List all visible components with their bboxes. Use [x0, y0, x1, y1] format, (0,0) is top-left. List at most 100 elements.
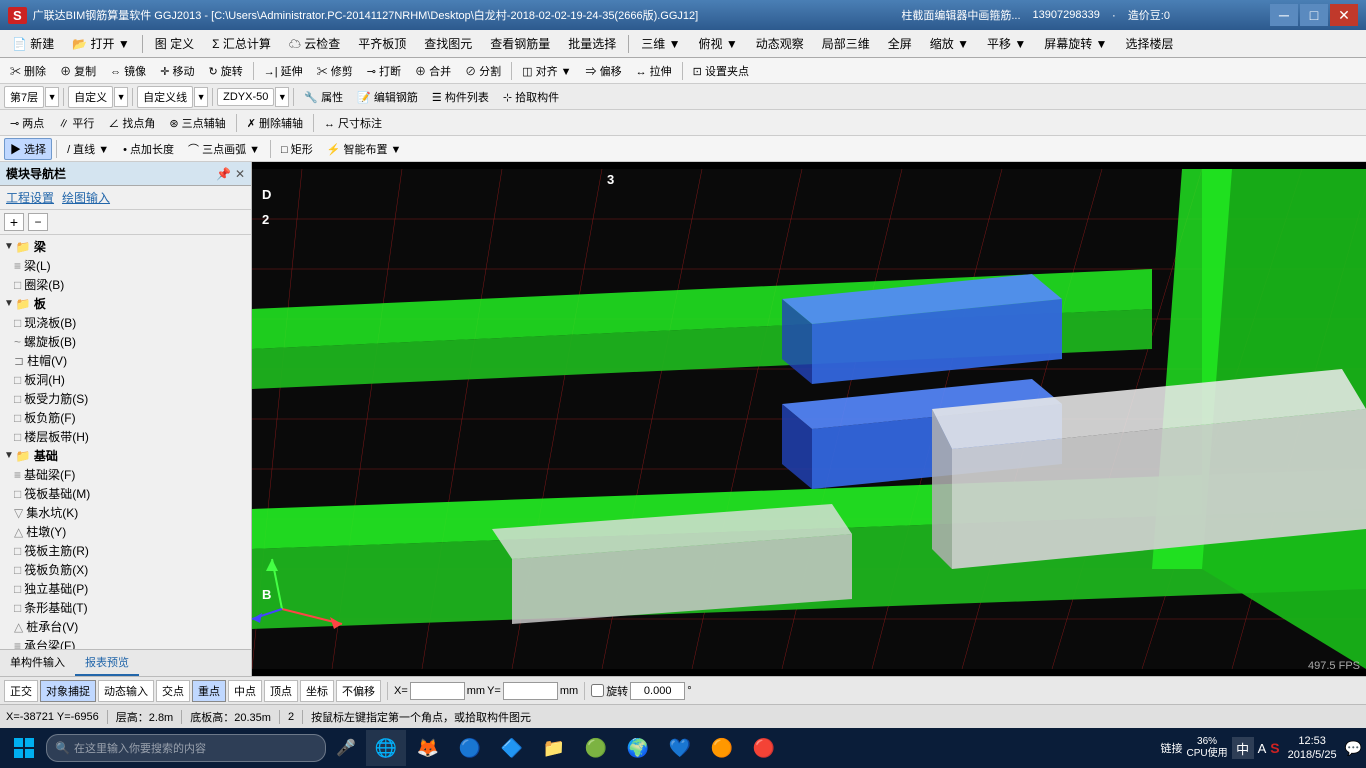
snap-vertex[interactable]: 顶点 — [264, 680, 298, 702]
start-button[interactable] — [4, 730, 44, 766]
tool-trim[interactable]: ✂ 修剪 — [311, 60, 359, 82]
panel-close[interactable]: ✕ — [235, 167, 245, 181]
tool-del-axis[interactable]: ✗ 删除辅轴 — [241, 112, 309, 134]
snap-coord[interactable]: 坐标 — [300, 680, 334, 702]
snap-dynamic[interactable]: 动态输入 — [98, 680, 154, 702]
minimize-button[interactable]: ─ — [1270, 4, 1298, 26]
tool-parallel[interactable]: ∥ 平行 — [52, 112, 100, 134]
tool-break[interactable]: ⊸ 打断 — [361, 60, 407, 82]
taskbar-app-folder[interactable]: 📁 — [534, 730, 574, 766]
tray-ime[interactable]: A — [1258, 741, 1267, 756]
link-drawing-input[interactable]: 绘图输入 — [62, 189, 110, 206]
tool-line[interactable]: / 直线 ▼ — [61, 138, 115, 160]
tool-two-point[interactable]: ⊸ 两点 — [4, 112, 50, 134]
menu-cloud[interactable]: ☁ 云检查 — [281, 32, 348, 55]
code-label[interactable]: ZDYX-50 — [217, 88, 274, 106]
tree-leaf-slab-rebar[interactable]: □ 板受力筋(S) — [2, 389, 249, 408]
tree-cat-slab[interactable]: ▼ 📁 板 — [2, 294, 249, 313]
taskbar-app-ie2[interactable]: 🔷 — [492, 730, 532, 766]
tree-leaf-pile-cap[interactable]: △ 桩承台(V) — [2, 617, 249, 636]
snap-mid-point[interactable]: 重点 — [192, 680, 226, 702]
snap-object[interactable]: 对象捕捉 — [40, 680, 96, 702]
tool-split[interactable]: ⊘ 分割 — [459, 60, 507, 82]
tool-point-length[interactable]: • 点加长度 — [117, 138, 180, 160]
menu-floor[interactable]: 选择楼层 — [1117, 32, 1181, 55]
tool-rotate[interactable]: ↻ 旋转 — [202, 60, 248, 82]
code-arrow[interactable]: ▼ — [275, 87, 289, 107]
tool-extend[interactable]: →| 延伸 — [258, 60, 309, 82]
snap-cross[interactable]: 交点 — [156, 680, 190, 702]
taskbar-app-chrome[interactable]: 🔵 — [450, 730, 490, 766]
tool-stretch[interactable]: ↔ 拉伸 — [630, 60, 678, 82]
tree-leaf-iso-found[interactable]: □ 独立基础(P) — [2, 579, 249, 598]
tool-move[interactable]: ✛ 移动 — [154, 60, 200, 82]
tool-rect[interactable]: □ 矩形 — [275, 138, 319, 160]
tree-leaf-raft-neg[interactable]: □ 筏板负筋(X) — [2, 560, 249, 579]
tree-leaf-cap-beam[interactable]: ≡ 承台梁(F) — [2, 636, 249, 649]
menu-topview[interactable]: 俯视 ▼ — [691, 32, 746, 55]
snap-no-offset[interactable]: 不偏移 — [336, 680, 381, 702]
taskbar-search[interactable]: 🔍 在这里输入你要搜索的内容 — [46, 734, 326, 762]
mic-button[interactable]: 🎤 — [328, 730, 364, 766]
tree-cat-foundation[interactable]: ▼ 📁 基础 — [2, 446, 249, 465]
tree-leaf-spiral-slab[interactable]: ~ 螺旋板(B) — [2, 332, 249, 351]
y-input[interactable] — [503, 682, 558, 700]
tray-lang[interactable]: 中 — [1232, 737, 1254, 759]
menu-new[interactable]: 📄 新建 — [4, 32, 62, 55]
menu-find[interactable]: 查找图元 — [416, 32, 480, 55]
tree-leaf-floor-band[interactable]: □ 楼层板带(H) — [2, 427, 249, 446]
def-label[interactable]: 自定义 — [68, 86, 113, 108]
taskbar-app-firefox[interactable]: 🦊 — [408, 730, 448, 766]
tree-leaf-raft[interactable]: □ 筏板基础(M) — [2, 484, 249, 503]
menu-define[interactable]: 图 定义 — [147, 32, 202, 55]
menu-batch[interactable]: 批量选择 — [560, 32, 624, 55]
tab-single-comp[interactable]: 单构件输入 — [0, 650, 75, 676]
floor-arrow[interactable]: ▼ — [45, 87, 59, 107]
tree-leaf-strip-found[interactable]: □ 条形基础(T) — [2, 598, 249, 617]
tree-leaf-slab-hole[interactable]: □ 板洞(H) — [2, 370, 249, 389]
menu-zoom[interactable]: 缩放 ▼ — [922, 32, 977, 55]
snap-ortho[interactable]: 正交 — [4, 680, 38, 702]
taskbar-app-browser[interactable]: 🌍 — [618, 730, 658, 766]
menu-align[interactable]: 平齐板顶 — [350, 32, 414, 55]
menu-rotate[interactable]: 屏幕旋转 ▼ — [1036, 32, 1115, 55]
maximize-button[interactable]: □ — [1300, 4, 1328, 26]
snap-mid[interactable]: 中点 — [228, 680, 262, 702]
menu-pan[interactable]: 平移 ▼ — [979, 32, 1034, 55]
tool-dimension[interactable]: ↔ 尺寸标注 — [318, 112, 388, 134]
taskbar-app-g[interactable]: 🟢 — [576, 730, 616, 766]
tab-report[interactable]: 报表预览 — [75, 650, 139, 676]
floor-label[interactable]: 第7层 — [4, 86, 44, 108]
tool-pick-comp[interactable]: ⊹ 拾取构件 — [497, 86, 565, 108]
tree-leaf-cast-slab[interactable]: □ 现浇板(B) — [2, 313, 249, 332]
tool-offset[interactable]: ⇒ 偏移 — [580, 60, 628, 82]
menu-open[interactable]: 📂 打开 ▼ — [64, 32, 138, 55]
tool-comp-list[interactable]: ☰ 构件列表 — [426, 86, 495, 108]
menu-view-rebar[interactable]: 查看钢筋量 — [482, 32, 558, 55]
clock[interactable]: 12:53 2018/5/25 — [1284, 734, 1341, 763]
tool-angle-point[interactable]: ∠ 找点角 — [102, 112, 161, 134]
tray-antivirus[interactable]: S — [1270, 740, 1279, 756]
menu-calc[interactable]: Σ 汇总计算 — [204, 32, 279, 55]
menu-fullscreen[interactable]: 全屏 — [880, 32, 920, 55]
tool-mirror[interactable]: ⇔ 镜像 — [104, 60, 152, 82]
tree-leaf-beam-b[interactable]: □ 圈梁(B) — [2, 275, 249, 294]
tool-setgrip[interactable]: ⊡ 设置夹点 — [687, 60, 755, 82]
rotate-input[interactable] — [630, 682, 685, 700]
tree-leaf-beam-l[interactable]: ≡ 梁(L) — [2, 256, 249, 275]
tree-leaf-slab-neg[interactable]: □ 板负筋(F) — [2, 408, 249, 427]
tool-properties[interactable]: 🔧 属性 — [298, 86, 349, 108]
close-button[interactable]: ✕ — [1330, 4, 1358, 26]
tool-select[interactable]: ▶ 选择 — [4, 138, 52, 160]
menu-local3d[interactable]: 局部三维 — [814, 32, 878, 55]
tree-leaf-raft-main[interactable]: □ 筏板主筋(R) — [2, 541, 249, 560]
tray-network[interactable]: 链接 — [1160, 740, 1182, 756]
tool-align[interactable]: ◫ 对齐 ▼ — [516, 60, 577, 82]
taskbar-app-red[interactable]: 🔴 — [744, 730, 784, 766]
taskbar-app-ie[interactable]: 🌐 — [366, 730, 406, 766]
def-arrow[interactable]: ▼ — [114, 87, 128, 107]
x-input[interactable] — [410, 682, 465, 700]
tool-edit-rebar[interactable]: 📝 编辑钢筋 — [351, 86, 424, 108]
panel-add-btn[interactable]: + — [4, 213, 24, 231]
taskbar-app-orange[interactable]: 🟠 — [702, 730, 742, 766]
